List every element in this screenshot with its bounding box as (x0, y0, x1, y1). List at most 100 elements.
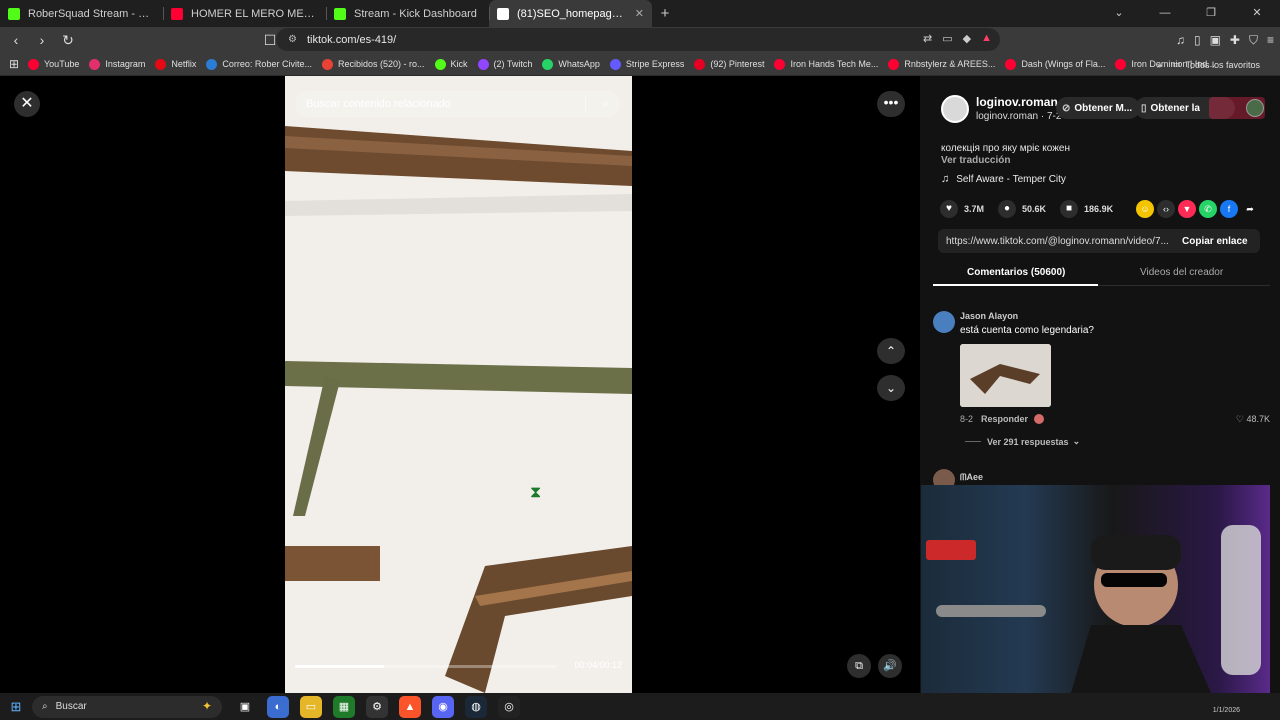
bookmark-item[interactable]: (2) Twitch (477, 58, 532, 70)
maximize-button[interactable]: ❐ (1188, 0, 1234, 27)
bookmark-item[interactable]: Stripe Express (609, 58, 684, 70)
cast-icon[interactable]: ▭ (942, 32, 952, 45)
view-replies-button[interactable]: Ver 291 respuestas ⌄ (965, 436, 1080, 447)
menu-icon[interactable]: ≡ (1267, 33, 1274, 47)
browser-tab-bar: RoberSquad Stream - Watch Live HOMER EL … (0, 0, 1280, 27)
store-icon[interactable]: ▦ (333, 695, 355, 718)
volume-icon[interactable]: 🔊 (878, 654, 902, 678)
close-tab-icon[interactable]: ✕ (635, 7, 644, 20)
next-video-button[interactable]: ⌄ (877, 375, 905, 401)
creator-badge-icon (1034, 414, 1045, 424)
share-link-row: https://www.tiktok.com/@loginov.romann/v… (938, 229, 1260, 253)
sidebar-icon[interactable]: ▯ (1194, 33, 1201, 47)
file-explorer-icon[interactable]: ▭ (300, 695, 322, 718)
music-link[interactable]: ♫ Self Aware - Temper City (941, 173, 1066, 185)
tab-kick-dashboard[interactable]: Stream - Kick Dashboard (326, 0, 489, 27)
bookmark-favicon-icon (888, 58, 900, 70)
author-avatar[interactable] (941, 95, 969, 123)
tab-label: HOMER EL MERO MERO X YSY A - D (191, 7, 318, 20)
close-video-button[interactable]: ✕ (14, 91, 40, 117)
commenter-avatar[interactable] (933, 311, 955, 333)
rewards-icon[interactable]: ▲ (981, 32, 992, 45)
url-field[interactable]: ⚙ tiktok.com/es-419/ ⇄ ▭ ◆ ▲ (276, 28, 1000, 51)
bookmark-item[interactable]: Kick (434, 58, 468, 70)
embed-icon[interactable]: ‹› (1157, 200, 1175, 218)
wallet-icon[interactable]: ▣ (1210, 33, 1221, 47)
commenter-name[interactable]: Jason Alayon (960, 311, 1018, 321)
video-time: 00:04/00:12 (574, 660, 622, 670)
bookmark-item[interactable]: Instagram (89, 58, 145, 70)
settings-icon[interactable]: ⚙ (366, 695, 388, 718)
link-icon: ⊘ (1062, 102, 1071, 114)
facebook-icon[interactable]: f (1220, 200, 1238, 218)
more-bookmarks-icon[interactable]: » (1157, 60, 1162, 70)
bookmark-item[interactable]: Recibidos (520) - ro... (321, 58, 425, 70)
like-stat[interactable]: ♥ 3.7M (940, 200, 984, 218)
comment-likes[interactable]: ♡ 48.7K (1236, 414, 1270, 425)
task-view-icon[interactable]: ▣ (234, 696, 256, 718)
author-name[interactable]: loginov.roman (976, 95, 1058, 109)
whatsapp-icon[interactable]: ✆ (1199, 200, 1217, 218)
tab-comments[interactable]: Comentarios (50600) (967, 267, 1065, 278)
related-search-input[interactable]: Buscar contenido relacionado ⌕ (295, 91, 620, 117)
see-translation-link[interactable]: Ver traducción (941, 155, 1010, 166)
more-options-button[interactable]: ••• (877, 91, 905, 117)
close-window-button[interactable]: ✕ (1234, 0, 1280, 27)
bookmark-item[interactable]: Iron Hands Tech Me... (774, 58, 878, 70)
floating-player-icon[interactable]: ⧉ (847, 654, 871, 678)
reply-button[interactable]: Responder (981, 414, 1028, 424)
tab-search-icon[interactable]: ⌄ (1096, 0, 1142, 27)
bookmark-item[interactable]: Dash (Wings of Fla... (1005, 58, 1105, 70)
minimize-button[interactable]: — (1142, 0, 1188, 27)
bookmark-item[interactable]: YouTube (28, 58, 79, 70)
share-link-text[interactable]: https://www.tiktok.com/@loginov.romann/v… (938, 236, 1174, 247)
bookmark-item[interactable]: WhatsApp (542, 58, 600, 70)
search-icon[interactable]: ⌕ (602, 96, 609, 111)
comment-stat[interactable]: ● 50.6K (998, 200, 1046, 218)
copilot-icon[interactable]: ◐ (267, 695, 289, 718)
all-favorites-label: Todos los favoritos (1185, 59, 1260, 70)
all-favorites-link[interactable]: ▭ Todos los favoritos (1172, 59, 1260, 70)
taskbar-search[interactable]: ⌕ Buscar ✦ (32, 695, 222, 718)
video-player[interactable]: Buscar contenido relacionado ⌕ ⧗ 00:04/0… (285, 76, 632, 693)
windows-start-icon[interactable]: ⊞ (0, 699, 32, 715)
bookmark-label: (92) Pinterest (710, 59, 765, 69)
bookmark-item[interactable]: Netflix (155, 58, 196, 70)
comment-image[interactable] (960, 344, 1051, 407)
coin-icon[interactable]: ☺ (1136, 200, 1154, 218)
bookmark-item[interactable]: (92) Pinterest (694, 58, 765, 70)
steam-icon[interactable]: ◍ (465, 695, 487, 718)
brave-shield-icon[interactable]: ◆ (963, 32, 971, 45)
previous-video-button[interactable]: ⌃ (877, 338, 905, 364)
user-avatar[interactable] (1246, 99, 1264, 117)
author-card: loginov.roman loginov.roman · 7-2 ⊘ Obten… (930, 86, 1270, 185)
music-icon[interactable]: ♫ (1176, 33, 1185, 47)
forward-icon[interactable]: › (32, 32, 52, 48)
tab-tiktok[interactable]: (81)SEO_homepage_title ✕ (489, 0, 652, 27)
extensions-icon[interactable]: ✚ (1230, 33, 1240, 47)
share-arrow-icon[interactable]: ➦ (1241, 200, 1259, 218)
reload-icon[interactable]: ↻ (58, 32, 78, 49)
bookmark-item[interactable]: Rnbstylerz & AREES... (888, 58, 995, 70)
obtain-button-1[interactable]: ⊘ Obtener M... (1056, 97, 1141, 119)
video-progress-bar[interactable] (295, 665, 557, 668)
vpn-icon[interactable]: ⛉ (1249, 33, 1258, 48)
tab-creator-videos[interactable]: Videos del creador (1140, 267, 1223, 278)
tab-homer[interactable]: HOMER EL MERO MERO X YSY A - D (163, 0, 326, 27)
copy-link-button[interactable]: Copiar enlace (1174, 236, 1248, 247)
comment-thumbnail (960, 344, 1051, 407)
bookmark-item[interactable]: Correo: Rober Civite... (206, 58, 312, 70)
tab-robersquad[interactable]: RoberSquad Stream - Watch Live (0, 0, 163, 27)
new-tab-button[interactable]: + (652, 5, 678, 22)
save-stat[interactable]: ■ 186.9K (1060, 200, 1113, 218)
discord-icon[interactable]: ◉ (432, 695, 454, 718)
translate-icon[interactable]: ⇄ (923, 32, 932, 45)
apps-icon[interactable]: ⊞ (0, 57, 28, 71)
obs-icon[interactable]: ◎ (498, 695, 520, 718)
commenter-name[interactable]: ᗰAee (960, 472, 983, 483)
site-settings-icon[interactable]: ⚙ (288, 34, 297, 45)
brave-icon[interactable]: ▲ (399, 695, 421, 718)
send-icon[interactable]: ▼ (1178, 200, 1196, 218)
back-icon[interactable]: ‹ (6, 32, 26, 48)
taskbar-apps: ▣ ◐ ▭ ▦ ⚙ ▲ ◉ ◍ ◎ (234, 695, 520, 718)
